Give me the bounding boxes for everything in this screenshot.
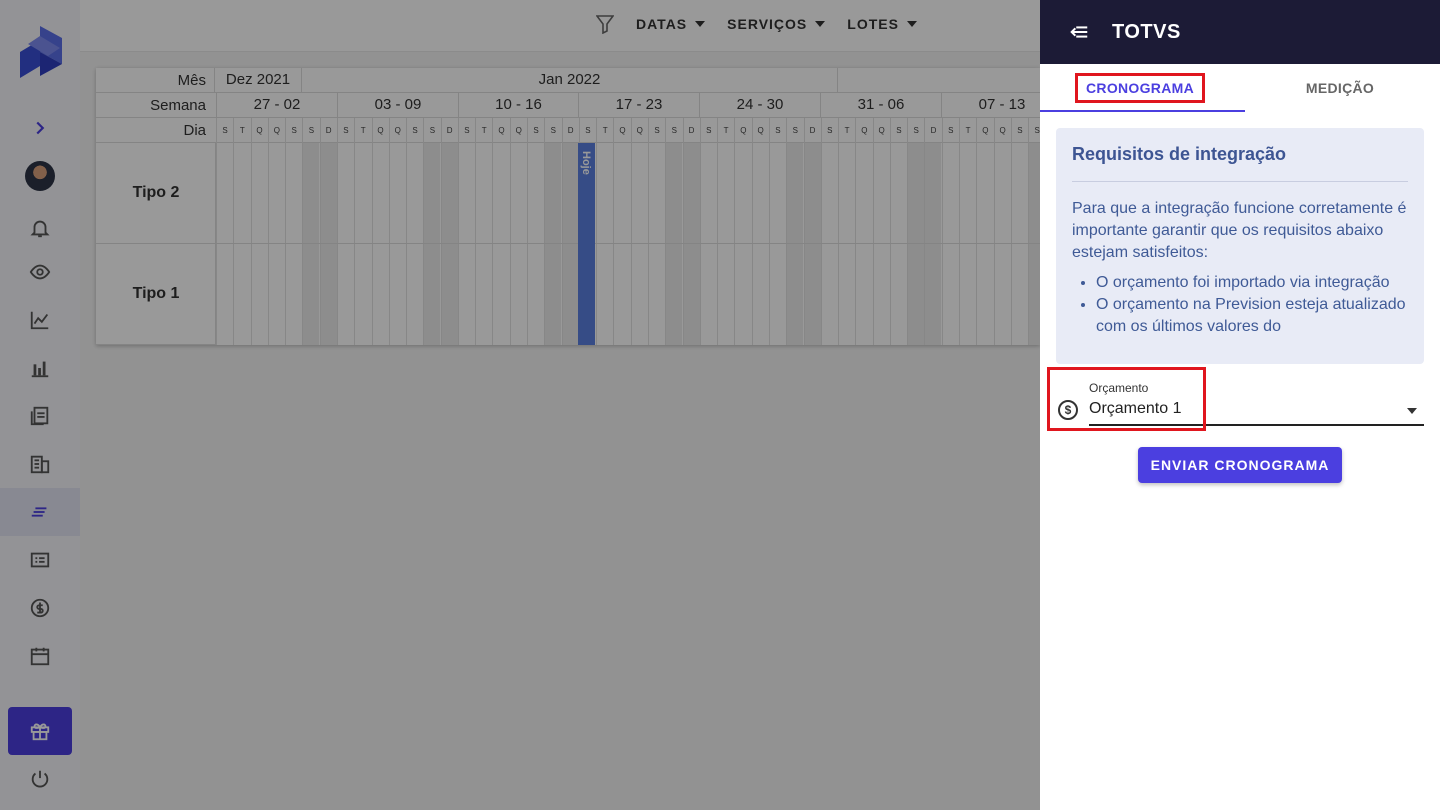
budget-value: Orçamento 1: [1089, 400, 1182, 417]
requirements-text: Para que a integração funcione corretame…: [1072, 200, 1407, 261]
modal-overlay[interactable]: [0, 0, 1040, 810]
requirements-list: O orçamento foi importado via integração…: [1072, 272, 1408, 338]
drawer-title: TOTVS: [1112, 20, 1181, 43]
caret-down-icon[interactable]: [1407, 408, 1417, 414]
drawer-tabs: CRONOGRAMA MEDIÇÃO: [1040, 64, 1440, 112]
tab-medicao-label: MEDIÇÃO: [1305, 80, 1375, 96]
tab-medicao[interactable]: MEDIÇÃO: [1240, 64, 1440, 112]
send-schedule-button[interactable]: ENVIAR CRONOGRAMA: [1138, 447, 1342, 483]
tab-cronograma-label: CRONOGRAMA: [1075, 73, 1205, 103]
budget-label: Orçamento: [1089, 381, 1149, 395]
requirements-title: Requisitos de integração: [1072, 144, 1408, 182]
money-icon: $: [1058, 400, 1078, 420]
field-underline: [1089, 424, 1424, 426]
drawer-header: TOTVS: [1040, 0, 1440, 64]
requirements-panel: Requisitos de integração Para que a inte…: [1056, 128, 1424, 364]
list-item: O orçamento foi importado via integração: [1096, 272, 1408, 294]
totvs-drawer: TOTVS CRONOGRAMA MEDIÇÃO Requisitos de i…: [1040, 0, 1440, 810]
list-item: O orçamento na Prevision esteja atualiza…: [1096, 294, 1408, 338]
budget-select[interactable]: $ Orçamento Orçamento 1: [1056, 370, 1424, 428]
tab-indicator: [1040, 110, 1245, 112]
close-drawer-icon[interactable]: [1068, 21, 1090, 43]
tab-cronograma[interactable]: CRONOGRAMA: [1040, 64, 1240, 112]
